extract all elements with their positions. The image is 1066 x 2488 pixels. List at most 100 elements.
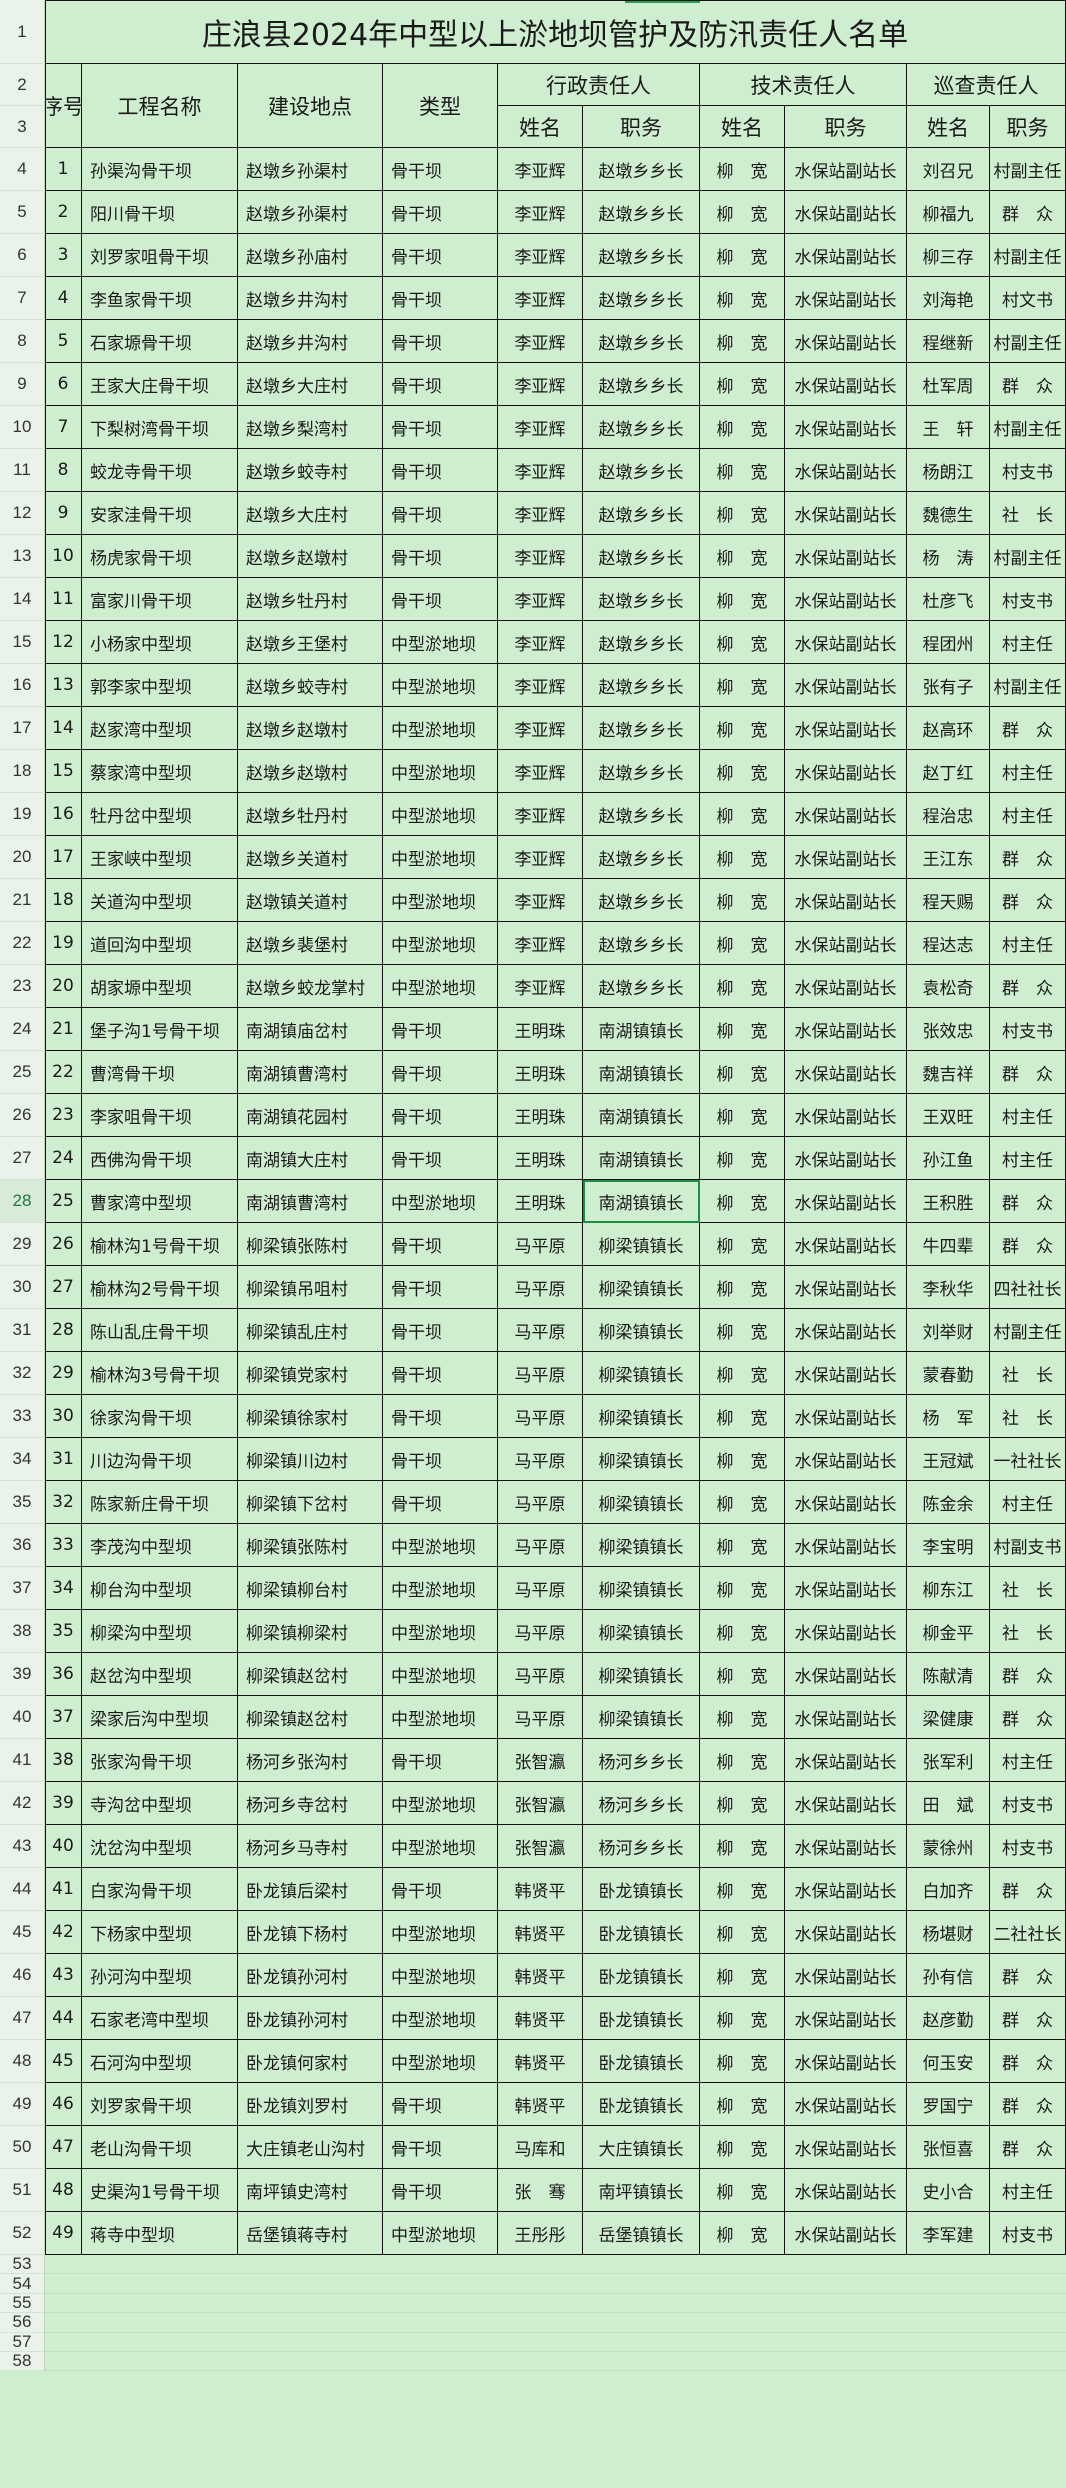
cell-admin-name[interactable]: 马平原 — [498, 1266, 583, 1309]
header-type[interactable]: 类型 — [383, 64, 498, 148]
cell-admin-position[interactable]: 卧龙镇镇长 — [583, 1868, 700, 1911]
cell-admin-position[interactable]: 南湖镇镇长 — [583, 1180, 700, 1223]
cell-patrol-name[interactable]: 赵丁红 — [907, 750, 990, 793]
cell-admin-name[interactable]: 马平原 — [498, 1524, 583, 1567]
cell-admin-position[interactable]: 南坪镇镇长 — [583, 2169, 700, 2212]
cell-type[interactable]: 骨干坝 — [383, 1352, 498, 1395]
cell-type[interactable]: 中型淤地坝 — [383, 750, 498, 793]
cell-type[interactable]: 中型淤地坝 — [383, 1954, 498, 1997]
cell-tech-name[interactable]: 柳 宽 — [700, 1653, 785, 1696]
cell-admin-name[interactable]: 李亚辉 — [498, 535, 583, 578]
row-header[interactable]: 12 — [0, 492, 45, 535]
cell-patrol-name[interactable]: 杨堪财 — [907, 1911, 990, 1954]
row-header[interactable]: 11 — [0, 449, 45, 492]
cell-type[interactable]: 中型淤地坝 — [383, 965, 498, 1008]
cell-admin-position[interactable]: 赵墩乡乡长 — [583, 707, 700, 750]
cell-admin-name[interactable]: 马平原 — [498, 1653, 583, 1696]
cell-admin-position[interactable]: 柳梁镇镇长 — [583, 1524, 700, 1567]
cell-patrol-name[interactable]: 程达志 — [907, 922, 990, 965]
cell-seq[interactable]: 30 — [45, 1395, 82, 1438]
cell-location[interactable]: 南坪镇史湾村 — [238, 2169, 383, 2212]
cell-admin-position[interactable]: 大庄镇镇长 — [583, 2126, 700, 2169]
cell-admin-name[interactable]: 李亚辉 — [498, 191, 583, 234]
cell-location[interactable]: 柳梁镇赵岔村 — [238, 1653, 383, 1696]
cell-tech-name[interactable]: 柳 宽 — [700, 2126, 785, 2169]
cell-tech-position[interactable]: 水保站副站长 — [785, 2212, 907, 2255]
cell-seq[interactable]: 15 — [45, 750, 82, 793]
cell-patrol-position[interactable]: 村副主任 — [990, 320, 1066, 363]
cell-seq[interactable]: 32 — [45, 1481, 82, 1524]
cell-admin-position[interactable]: 赵墩乡乡长 — [583, 793, 700, 836]
row-header[interactable]: 56 — [0, 2312, 45, 2333]
cell-tech-position[interactable]: 水保站副站长 — [785, 148, 907, 191]
cell-location[interactable]: 柳梁镇徐家村 — [238, 1395, 383, 1438]
cell-tech-name[interactable]: 柳 宽 — [700, 1137, 785, 1180]
cell-project-name[interactable]: 关道沟中型坝 — [82, 879, 238, 922]
cell-tech-position[interactable]: 水保站副站长 — [785, 1051, 907, 1094]
cell-admin-position[interactable]: 赵墩乡乡长 — [583, 836, 700, 879]
cell-patrol-name[interactable]: 袁松奇 — [907, 965, 990, 1008]
cell-type[interactable]: 骨干坝 — [383, 191, 498, 234]
cell-project-name[interactable]: 下杨家中型坝 — [82, 1911, 238, 1954]
sheet-title[interactable]: 庄浪县2024年中型以上淤地坝管护及防汛责任人名单 — [45, 0, 1066, 64]
cell-type[interactable]: 中型淤地坝 — [383, 879, 498, 922]
cell-admin-name[interactable]: 张智瀛 — [498, 1739, 583, 1782]
cell-patrol-position[interactable]: 村支书 — [990, 578, 1066, 621]
cell-project-name[interactable]: 石家塬骨干坝 — [82, 320, 238, 363]
cell-tech-name[interactable]: 柳 宽 — [700, 1395, 785, 1438]
cell-project-name[interactable]: 蔡家湾中型坝 — [82, 750, 238, 793]
cell-tech-position[interactable]: 水保站副站长 — [785, 1395, 907, 1438]
row-header[interactable]: 26 — [0, 1094, 45, 1137]
cell-admin-name[interactable]: 李亚辉 — [498, 707, 583, 750]
cell-location[interactable]: 赵墩乡孙渠村 — [238, 148, 383, 191]
cell-type[interactable]: 骨干坝 — [383, 1094, 498, 1137]
cell-tech-name[interactable]: 柳 宽 — [700, 1180, 785, 1223]
cell-seq[interactable]: 29 — [45, 1352, 82, 1395]
cell-location[interactable]: 赵墩乡蛟龙掌村 — [238, 965, 383, 1008]
cell-project-name[interactable]: 赵家湾中型坝 — [82, 707, 238, 750]
header-position[interactable]: 职务 — [583, 106, 700, 148]
cell-tech-position[interactable]: 水保站副站长 — [785, 1782, 907, 1825]
cell-tech-name[interactable]: 柳 宽 — [700, 1481, 785, 1524]
cell-admin-position[interactable]: 南湖镇镇长 — [583, 1094, 700, 1137]
cell-tech-position[interactable]: 水保站副站长 — [785, 1825, 907, 1868]
cell-project-name[interactable]: 曹湾骨干坝 — [82, 1051, 238, 1094]
cell-type[interactable]: 骨干坝 — [383, 148, 498, 191]
row-header[interactable]: 46 — [0, 1954, 45, 1997]
cell-seq[interactable]: 27 — [45, 1266, 82, 1309]
cell-tech-name[interactable]: 柳 宽 — [700, 449, 785, 492]
cell-admin-name[interactable]: 马库和 — [498, 2126, 583, 2169]
cell-tech-name[interactable]: 柳 宽 — [700, 1266, 785, 1309]
cell-admin-position[interactable]: 赵墩乡乡长 — [583, 664, 700, 707]
cell-patrol-name[interactable]: 田 斌 — [907, 1782, 990, 1825]
cell-admin-name[interactable]: 马平原 — [498, 1696, 583, 1739]
cell-type[interactable]: 骨干坝 — [383, 1266, 498, 1309]
cell-admin-name[interactable]: 李亚辉 — [498, 750, 583, 793]
cell-admin-position[interactable]: 赵墩乡乡长 — [583, 320, 700, 363]
cell-seq[interactable]: 20 — [45, 965, 82, 1008]
cell-admin-name[interactable]: 李亚辉 — [498, 234, 583, 277]
cell-patrol-name[interactable]: 柳金平 — [907, 1610, 990, 1653]
cell-type[interactable]: 骨干坝 — [383, 2083, 498, 2126]
cell-patrol-position[interactable]: 一社社长 — [990, 1438, 1066, 1481]
row-header[interactable]: 15 — [0, 621, 45, 664]
cell-patrol-position[interactable]: 群 众 — [990, 1180, 1066, 1223]
cell-tech-position[interactable]: 水保站副站长 — [785, 1739, 907, 1782]
row-header[interactable]: 4 — [0, 148, 45, 191]
header-person-name[interactable]: 姓名 — [907, 106, 990, 148]
cell-admin-position[interactable]: 柳梁镇镇长 — [583, 1438, 700, 1481]
row-header[interactable]: 18 — [0, 750, 45, 793]
cell-admin-name[interactable]: 李亚辉 — [498, 965, 583, 1008]
cell-tech-position[interactable]: 水保站副站长 — [785, 1911, 907, 1954]
cell-seq[interactable]: 3 — [45, 234, 82, 277]
cell-patrol-name[interactable]: 李宝明 — [907, 1524, 990, 1567]
cell-location[interactable]: 柳梁镇柳梁村 — [238, 1610, 383, 1653]
cell-location[interactable]: 杨河乡马寺村 — [238, 1825, 383, 1868]
cell-admin-name[interactable]: 李亚辉 — [498, 578, 583, 621]
cell-tech-name[interactable]: 柳 宽 — [700, 1094, 785, 1137]
cell-type[interactable]: 骨干坝 — [383, 363, 498, 406]
cell-patrol-position[interactable]: 群 众 — [990, 1997, 1066, 2040]
cell-admin-name[interactable]: 王明珠 — [498, 1180, 583, 1223]
row-header[interactable]: 27 — [0, 1137, 45, 1180]
cell-patrol-name[interactable]: 程治忠 — [907, 793, 990, 836]
